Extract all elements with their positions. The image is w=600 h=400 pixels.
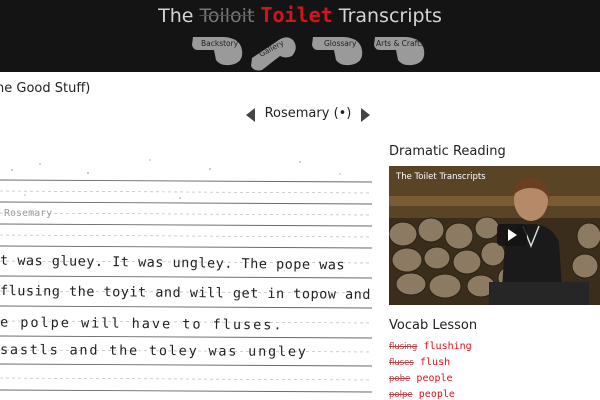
vocab-correct-word: flushing bbox=[423, 341, 472, 352]
vocab-misspelling: fluses bbox=[389, 358, 414, 368]
nav-backstory-label: Backstory bbox=[201, 39, 239, 48]
nav-glossary-label: Glossary bbox=[324, 39, 357, 48]
main-nav: Backstory Gallery Glossary Arts & Crafts bbox=[0, 0, 600, 72]
vocab-list: flusing flushing fluses flush pobe peopl… bbox=[389, 341, 600, 400]
vocab-item[interactable]: flusing flushing bbox=[389, 341, 600, 357]
vocab-misspelling: flusing bbox=[389, 342, 418, 352]
vocab-lesson-heading: Vocab Lesson bbox=[389, 318, 478, 333]
next-arrow-icon[interactable] bbox=[361, 108, 370, 122]
transcript-line: sastls and the toley was ungley bbox=[0, 341, 308, 361]
nav-arts-crafts-label: Arts & Crafts bbox=[376, 39, 424, 48]
handwritten-transcript-image: Rosemary t was gluey. It was ungley. The… bbox=[0, 150, 372, 400]
vocab-item[interactable]: fluses flush bbox=[389, 357, 600, 373]
nav-arts-crafts-button[interactable]: Arts & Crafts bbox=[372, 36, 430, 68]
vocab-item[interactable]: pobe people bbox=[389, 373, 600, 389]
vocab-correct-word: flush bbox=[420, 357, 451, 368]
vocab-correct-word: people bbox=[416, 373, 453, 384]
video-title: The Toilet Transcripts bbox=[396, 172, 486, 182]
transcript-name-line: Rosemary bbox=[4, 208, 53, 219]
breadcrumb: he Good Stuff) bbox=[0, 81, 91, 96]
nav-gallery-button[interactable]: Gallery bbox=[246, 28, 298, 72]
transcript-line: e polpe will have to fluses. bbox=[0, 314, 284, 334]
dramatic-reading-heading: Dramatic Reading bbox=[389, 144, 506, 159]
video-player[interactable]: The Toilet Transcripts bbox=[389, 166, 600, 305]
vocab-misspelling: polpe bbox=[389, 390, 413, 400]
transcript-pager: Rosemary (•) bbox=[246, 104, 370, 126]
site-header: The Toiloit Toilet Transcripts Backstory… bbox=[0, 0, 600, 72]
nav-backstory-button[interactable]: Backstory bbox=[190, 36, 248, 68]
nav-glossary-button[interactable]: Glossary bbox=[310, 36, 368, 68]
vocab-item[interactable]: polpe people bbox=[389, 389, 600, 400]
previous-arrow-icon[interactable] bbox=[246, 108, 255, 122]
vocab-correct-word: people bbox=[418, 389, 455, 400]
transcript-title: Rosemary (•) bbox=[264, 106, 352, 121]
vocab-misspelling: pobe bbox=[389, 374, 411, 384]
play-icon[interactable] bbox=[497, 224, 527, 246]
